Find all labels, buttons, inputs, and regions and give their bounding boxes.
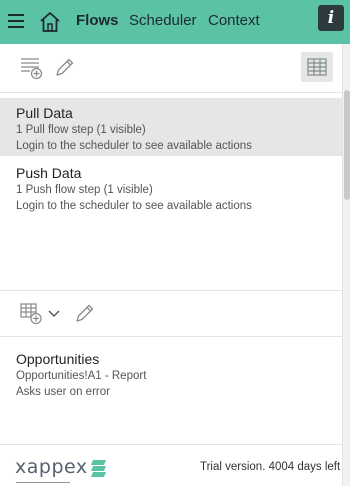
tab-flows[interactable]: Flows xyxy=(76,12,119,29)
add-step-table-icon[interactable] xyxy=(20,303,44,325)
footer-divider xyxy=(0,444,342,445)
info-button[interactable]: i xyxy=(318,5,344,31)
flow-steps-count: 1 Push flow step (1 visible) xyxy=(16,184,153,196)
edit-flow-pencil-icon[interactable] xyxy=(53,57,75,79)
logo-underline xyxy=(16,482,70,483)
flow-title: Pull Data xyxy=(16,105,73,121)
steps-top-divider xyxy=(0,290,342,291)
tab-scheduler[interactable]: Scheduler xyxy=(129,12,197,29)
add-flow-icon[interactable] xyxy=(19,56,45,80)
scrollbar-thumb[interactable] xyxy=(344,90,350,200)
flow-steps-count: 1 Pull flow step (1 visible) xyxy=(16,124,146,136)
logo-mark-icon xyxy=(91,460,106,477)
hamburger-menu-icon[interactable] xyxy=(8,14,24,28)
toolbar-divider xyxy=(0,92,342,93)
step-item-opportunities[interactable]: Opportunities Opportunities!A1 - Report … xyxy=(0,343,342,405)
info-icon: i xyxy=(327,8,335,28)
top-nav-bar: Flows Scheduler Context i xyxy=(0,0,350,44)
step-title: Opportunities xyxy=(16,351,100,367)
chevron-down-icon[interactable] xyxy=(47,309,61,319)
grid-table-icon xyxy=(307,58,327,76)
flow-note: Login to the scheduler to see available … xyxy=(16,200,252,212)
step-range: Opportunities!A1 - Report xyxy=(16,370,147,382)
home-icon[interactable] xyxy=(38,11,62,33)
flow-note: Login to the scheduler to see available … xyxy=(16,140,252,152)
steps-toolbar-divider xyxy=(0,336,342,337)
edit-step-pencil-icon[interactable] xyxy=(73,303,95,325)
logo-text: xappex xyxy=(15,456,88,478)
step-error-mode: Asks user on error xyxy=(16,386,110,398)
flow-item-pull-data[interactable]: Pull Data 1 Pull flow step (1 visible) L… xyxy=(0,98,342,156)
flow-item-push-data[interactable]: Push Data 1 Push flow step (1 visible) L… xyxy=(0,158,342,216)
grid-view-toggle[interactable] xyxy=(301,52,333,82)
flow-title: Push Data xyxy=(16,165,82,181)
trial-status-text: Trial version. 4004 days left xyxy=(200,461,341,473)
xappex-logo: xappex xyxy=(14,456,110,484)
scrollbar[interactable] xyxy=(342,44,350,486)
tab-context[interactable]: Context xyxy=(208,12,260,29)
